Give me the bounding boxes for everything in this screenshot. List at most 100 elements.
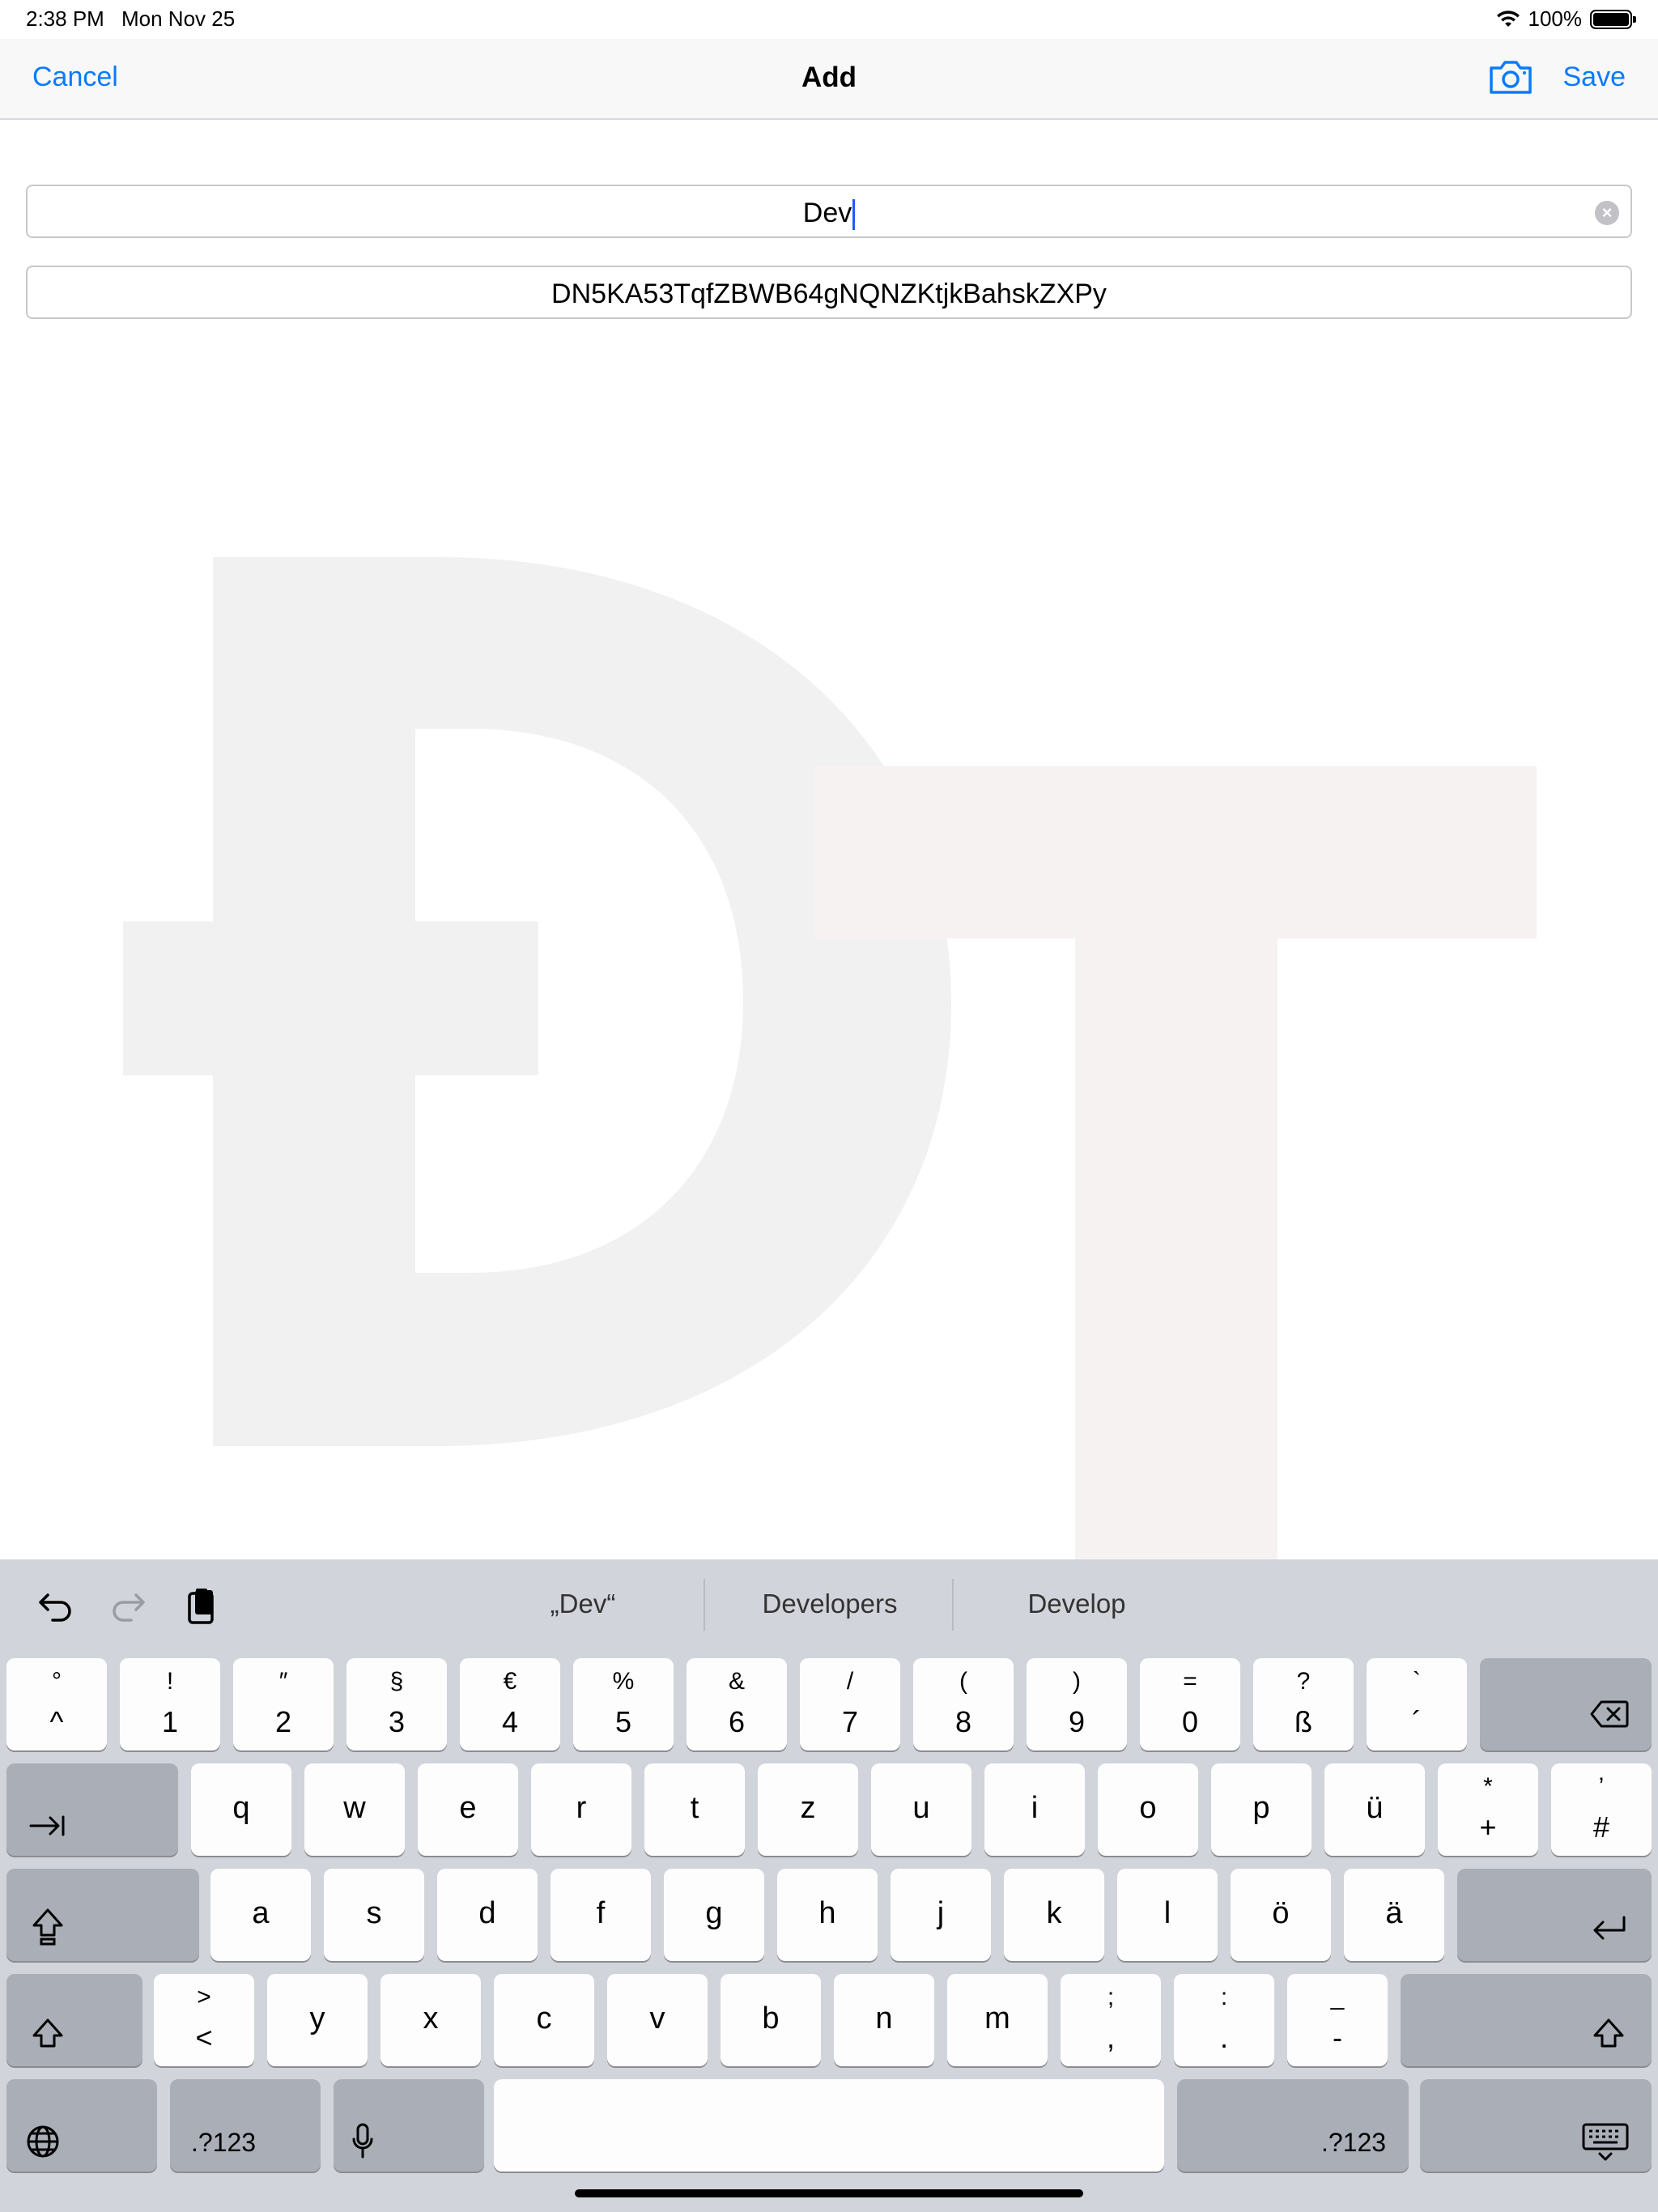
- key-a-umlaut[interactable]: ä: [1344, 1869, 1444, 1961]
- key-4[interactable]: € 4: [460, 1658, 560, 1750]
- key-char: s: [366, 1896, 382, 1930]
- key-k[interactable]: k: [1004, 1869, 1104, 1961]
- key-w[interactable]: w: [304, 1763, 405, 1856]
- shift-key-left[interactable]: [6, 1974, 142, 2066]
- return-key[interactable]: [1457, 1869, 1652, 1961]
- suggestion-quoted[interactable]: „Dev“: [502, 1589, 664, 1619]
- shift-key-right[interactable]: [1401, 1974, 1652, 2066]
- status-right: 100%: [1496, 6, 1636, 32]
- globe-key[interactable]: [6, 2079, 157, 2172]
- key-c[interactable]: c: [494, 1974, 594, 2066]
- key-p[interactable]: p: [1211, 1763, 1312, 1856]
- key-l[interactable]: l: [1117, 1869, 1218, 1961]
- key-top-char: ’: [1598, 1773, 1605, 1800]
- key-bottom-char: 6: [728, 1705, 746, 1738]
- keyboard: „Dev“ Developers Develop ° ^ ! 1 ″ 2 § 3…: [0, 1559, 1658, 2212]
- key-u[interactable]: u: [871, 1763, 971, 1856]
- key-top-char: *: [1483, 1773, 1493, 1800]
- key-g[interactable]: g: [664, 1869, 764, 1961]
- key-6[interactable]: & 6: [687, 1658, 787, 1750]
- suggestion-developers[interactable]: Developers: [729, 1589, 931, 1619]
- key-bottom-char: -: [1333, 2021, 1342, 2054]
- key-char: q: [232, 1791, 250, 1825]
- dictation-key[interactable]: [334, 2079, 484, 2172]
- key-i[interactable]: i: [984, 1763, 1085, 1856]
- suggestion-divider: [952, 1579, 954, 1631]
- camera-icon[interactable]: [1488, 58, 1533, 96]
- key-5[interactable]: % 5: [573, 1658, 674, 1750]
- clear-icon: ×: [1601, 202, 1613, 223]
- key-a[interactable]: a: [210, 1869, 311, 1961]
- key-h[interactable]: h: [777, 1869, 878, 1961]
- key-o-umlaut[interactable]: ö: [1231, 1869, 1331, 1961]
- key-u-umlaut[interactable]: ü: [1324, 1763, 1425, 1856]
- key-y[interactable]: y: [267, 1974, 368, 2066]
- key-d[interactable]: d: [437, 1869, 538, 1961]
- key-x[interactable]: x: [380, 1974, 481, 2066]
- key-caret[interactable]: ° ^: [6, 1658, 107, 1750]
- key-m[interactable]: m: [947, 1974, 1048, 2066]
- key-f[interactable]: f: [551, 1869, 651, 1961]
- redo-icon[interactable]: [107, 1585, 147, 1626]
- key-top-char: `: [1413, 1668, 1421, 1695]
- keyboard-toolbar: „Dev“ Developers Develop: [0, 1559, 1658, 1648]
- key-char: ä: [1385, 1896, 1403, 1930]
- key-s[interactable]: s: [324, 1869, 424, 1961]
- key-o[interactable]: o: [1098, 1763, 1198, 1856]
- key-q[interactable]: q: [191, 1763, 291, 1856]
- key-plus[interactable]: * +: [1438, 1763, 1538, 1856]
- dismiss-keyboard-key[interactable]: [1420, 2079, 1652, 2172]
- key-hash[interactable]: ’ #: [1551, 1763, 1652, 1856]
- undo-icon[interactable]: [36, 1585, 77, 1626]
- clear-text-button[interactable]: ×: [1595, 201, 1619, 225]
- microphone-icon: [352, 2123, 373, 2159]
- numbers-mode-key-left[interactable]: .?123: [170, 2079, 321, 2172]
- key-less-greater[interactable]: > <: [154, 1974, 254, 2066]
- key-top-char: (: [959, 1668, 967, 1695]
- key-char: m: [984, 2001, 1010, 2035]
- suggestion-develop[interactable]: Develop: [980, 1589, 1174, 1619]
- key-char: ö: [1272, 1896, 1290, 1930]
- key-top-char: &: [728, 1668, 745, 1695]
- caps-lock-key[interactable]: [6, 1869, 199, 1961]
- key-j[interactable]: j: [891, 1869, 991, 1961]
- key-char: p: [1252, 1791, 1270, 1825]
- key-e[interactable]: e: [418, 1763, 518, 1856]
- tab-key[interactable]: [6, 1763, 178, 1856]
- shift-icon: [1593, 2018, 1624, 2048]
- key-bottom-char: 2: [274, 1705, 292, 1738]
- key-n[interactable]: n: [834, 1974, 934, 2066]
- key-bottom-char: 1: [161, 1705, 179, 1738]
- key-char: y: [309, 2001, 325, 2035]
- save-button[interactable]: Save: [1563, 62, 1626, 93]
- key-t[interactable]: t: [644, 1763, 745, 1856]
- key-r[interactable]: r: [531, 1763, 631, 1856]
- key-bottom-char: #: [1592, 1810, 1610, 1844]
- key-v[interactable]: v: [607, 1974, 708, 2066]
- key-8[interactable]: ( 8: [913, 1658, 1014, 1750]
- key-char: w: [343, 1791, 366, 1825]
- key-z[interactable]: z: [758, 1763, 858, 1856]
- key-7[interactable]: / 7: [800, 1658, 900, 1750]
- name-field[interactable]: Dev ×: [26, 185, 1632, 238]
- clipboard-paste-icon[interactable]: [181, 1585, 222, 1626]
- address-field[interactable]: DN5KA53TqfZBWB64gNQNZKtjkBahskZXPy: [26, 266, 1632, 319]
- key-1[interactable]: ! 1: [120, 1658, 220, 1750]
- key-3[interactable]: § 3: [346, 1658, 447, 1750]
- key-2[interactable]: ″ 2: [233, 1658, 334, 1750]
- key-bottom-char: ß: [1295, 1705, 1312, 1738]
- numbers-mode-key-right[interactable]: .?123: [1177, 2079, 1409, 2172]
- address-field-value: DN5KA53TqfZBWB64gNQNZKtjkBahskZXPy: [551, 279, 1107, 309]
- key-hyphen[interactable]: _ -: [1287, 1974, 1388, 2066]
- key-comma[interactable]: ; ,: [1061, 1974, 1161, 2066]
- battery-percent: 100%: [1528, 6, 1583, 31]
- key-accent[interactable]: ` ´: [1367, 1658, 1467, 1750]
- key-eszett[interactable]: ? ß: [1253, 1658, 1354, 1750]
- key-b[interactable]: b: [721, 1974, 821, 2066]
- caps-lock-icon: [32, 1908, 63, 1946]
- delete-key[interactable]: [1480, 1658, 1652, 1750]
- key-period[interactable]: : .: [1174, 1974, 1274, 2066]
- key-0[interactable]: = 0: [1140, 1658, 1240, 1750]
- space-bar[interactable]: [494, 2079, 1164, 2172]
- key-9[interactable]: ) 9: [1027, 1658, 1127, 1750]
